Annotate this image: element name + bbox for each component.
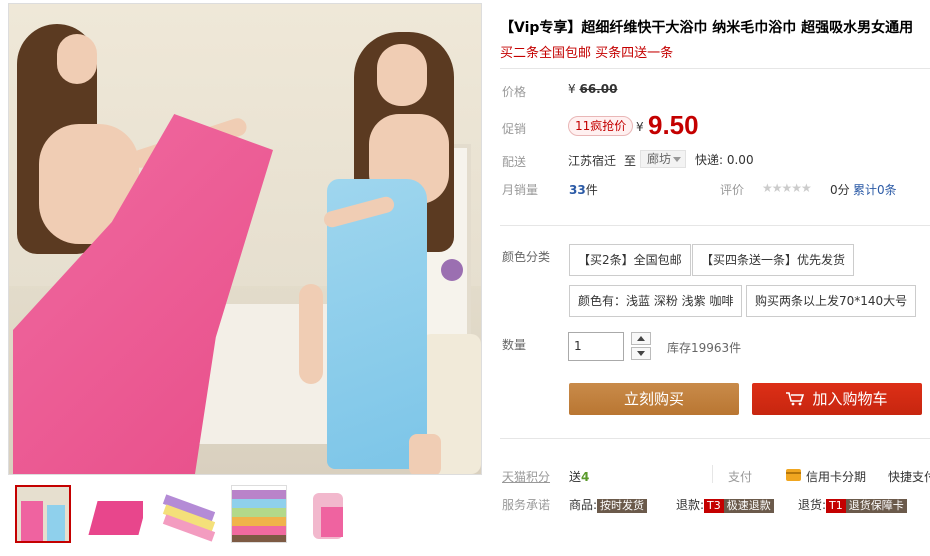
image-flower xyxy=(441,259,463,281)
cart-icon xyxy=(786,392,805,406)
quick-pay[interactable]: 快捷支付 xyxy=(888,468,930,485)
on-time-delivery-tag[interactable]: 按时发货 xyxy=(597,499,648,513)
title-divider xyxy=(500,68,930,69)
original-price-currency: ¥ xyxy=(568,82,576,96)
model-right-lower-arm xyxy=(299,284,323,384)
points-prefix: 送 xyxy=(569,470,582,484)
color-category-label: 颜色分类 xyxy=(502,250,551,264)
service-separator xyxy=(712,465,713,483)
destination-city-select[interactable]: 廊坊 xyxy=(640,150,686,168)
promo-price: 9.50 xyxy=(648,110,699,140)
tmall-points: 送4 xyxy=(569,468,589,485)
monthly-sales-label: 月销量 xyxy=(502,183,539,197)
refund-prefix: 退款: xyxy=(676,498,705,512)
actions-divider xyxy=(500,438,930,439)
quantity-input[interactable]: 1 xyxy=(568,332,624,361)
credit-card-installment[interactable]: 信用卡分期 xyxy=(806,468,866,485)
original-price: ¥ 66.00 xyxy=(568,82,617,96)
delivery-to-word: 至 xyxy=(624,154,637,168)
original-price-value: 66.00 xyxy=(579,82,618,96)
destination-city-value: 廊坊 xyxy=(647,152,672,166)
quantity-decrease-button[interactable] xyxy=(631,347,651,360)
chevron-down-icon xyxy=(673,157,681,162)
fast-refund-tag[interactable]: 极速退款 xyxy=(723,499,774,513)
review-count-link[interactable]: 累计0条 xyxy=(853,181,897,198)
stock-count: 库存19963件 xyxy=(667,341,742,355)
quantity-increase-button[interactable] xyxy=(631,332,651,345)
thumbnail-4[interactable] xyxy=(231,485,287,543)
delivery-from: 江苏宿迁 xyxy=(568,154,617,168)
tmall-points-label[interactable]: 天猫积分 xyxy=(502,468,550,485)
promo-badge: 11疯抢价 xyxy=(568,116,634,136)
product-page: 【Vip专享】超细纤维快干大浴巾 纳米毛巾浴巾 超强吸水男女通用 买二条全国包邮… xyxy=(0,0,930,556)
promo-currency: ¥ xyxy=(636,120,644,134)
add-to-cart-button[interactable]: 加入购物车 xyxy=(752,383,922,415)
sku-option-4[interactable]: 购买两条以上发70*140大号 xyxy=(746,285,917,317)
model-right-face xyxy=(377,44,427,106)
thumbnail-3[interactable] xyxy=(159,485,215,543)
product-subtitle: 买二条全国包邮 买条四送一条 xyxy=(500,46,674,61)
main-product-image[interactable] xyxy=(8,3,482,475)
add-to-cart-label: 加入购物车 xyxy=(812,390,888,408)
thumbnail-1[interactable] xyxy=(15,485,71,543)
monthly-sales-unit: 件 xyxy=(585,183,598,197)
sku-option-3[interactable]: 颜色有：浅蓝 深粉 浅紫 咖啡 xyxy=(569,285,743,317)
rating-score: 0分 xyxy=(830,183,850,197)
shipping-fee: 快递: 0.00 xyxy=(695,153,754,167)
thumbnail-5[interactable] xyxy=(303,485,359,543)
model-right-leg xyxy=(409,434,441,474)
product-title: 【Vip专享】超细纤维快干大浴巾 纳米毛巾浴巾 超强吸水男女通用 xyxy=(500,20,914,36)
rating-label: 评价 xyxy=(720,183,745,197)
monthly-sales: 33件 xyxy=(569,181,598,198)
sku-option-1[interactable]: 【买2条】全国包邮 xyxy=(569,244,691,276)
price-label: 价格 xyxy=(502,85,527,99)
delivery-label: 配送 xyxy=(502,155,527,169)
points-value: 4 xyxy=(581,470,590,484)
service-promise-label: 服务承诺 xyxy=(502,498,551,512)
refund-badge: T3 xyxy=(704,499,724,513)
quantity-label: 数量 xyxy=(502,338,527,352)
return-guarantee-tag[interactable]: 退货保障卡 xyxy=(845,499,907,513)
rating-stars: ★★★★★ xyxy=(762,181,812,195)
goods-prefix: 商品: xyxy=(569,498,598,512)
return-promise: 退货: T1 退货保障卡 xyxy=(798,496,907,513)
payment-label: 支付 xyxy=(728,470,753,484)
thumbnail-strip xyxy=(15,485,395,545)
thumbnail-2[interactable] xyxy=(87,485,143,543)
credit-card-icon xyxy=(786,469,801,481)
return-prefix: 退货: xyxy=(798,498,827,512)
promo-label: 促销 xyxy=(502,122,527,136)
refund-promise: 退款: T3 极速退款 xyxy=(676,496,774,513)
info-divider xyxy=(500,225,930,226)
return-badge: T1 xyxy=(826,499,846,513)
sku-option-2[interactable]: 【买四条送一条】优先发货 xyxy=(692,244,855,276)
model-left-face xyxy=(57,34,97,84)
buy-now-button[interactable]: 立刻购买 xyxy=(569,383,739,415)
goods-promise: 商品: 按时发货 xyxy=(569,496,648,513)
monthly-sales-count: 33 xyxy=(569,183,586,197)
